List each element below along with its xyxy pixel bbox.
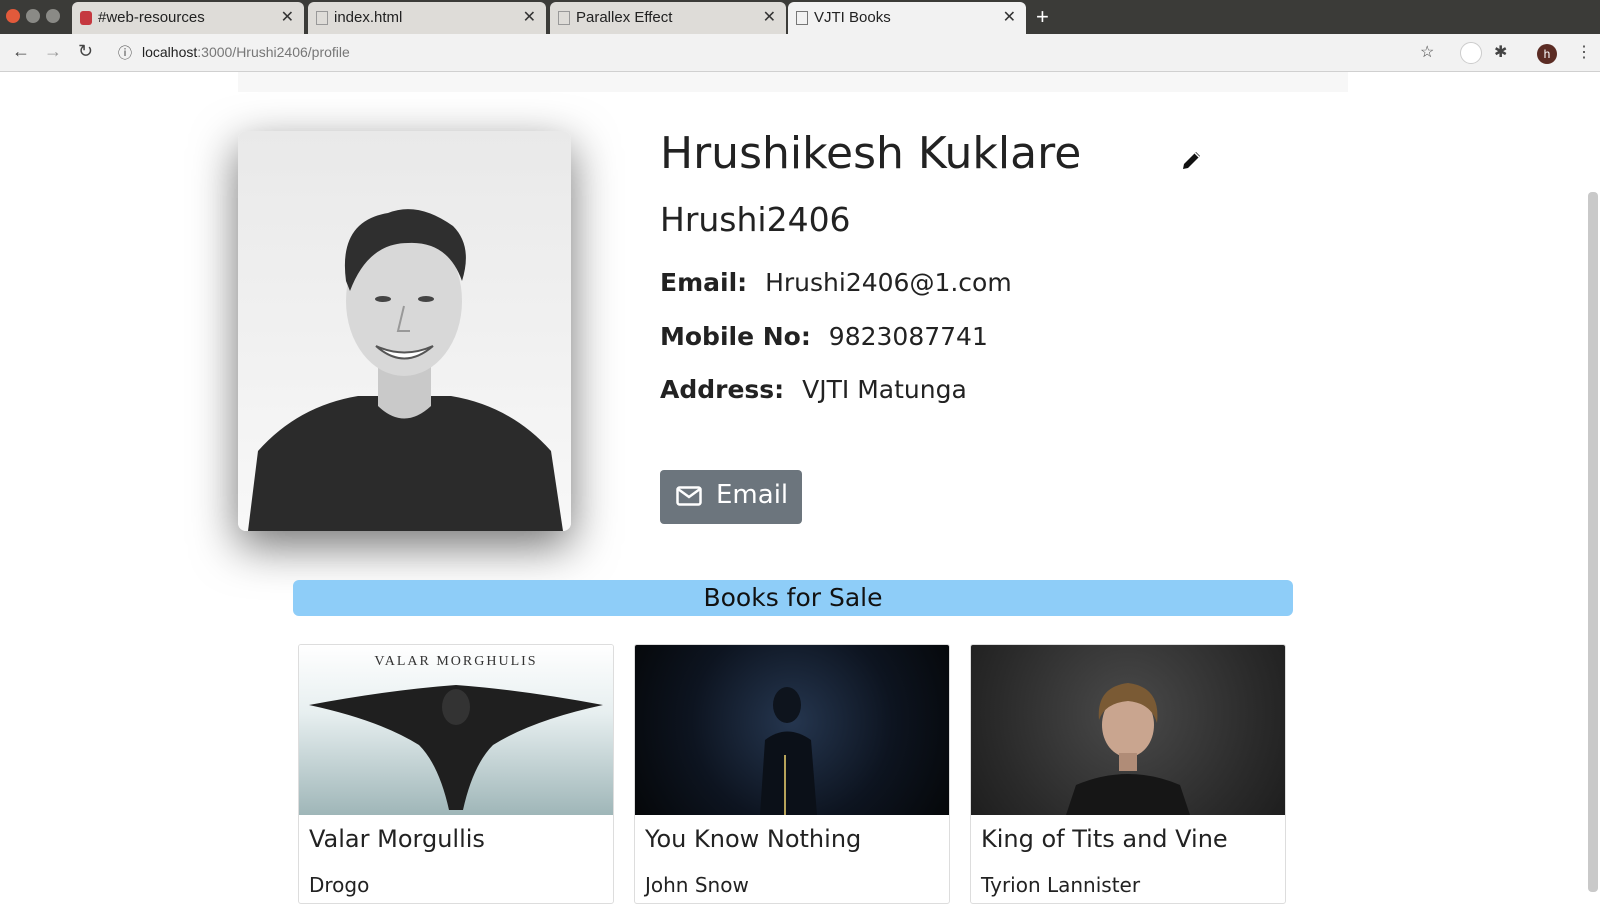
url-path: :3000/Hrushi2406/profile (197, 44, 350, 60)
profile-page: Hrushikesh Kuklare Hrushi2406 Email: Hru… (0, 72, 1600, 904)
tab-close-icon[interactable]: ✕ (523, 7, 536, 27)
info-icon[interactable]: ⓘ (118, 43, 132, 63)
bookmark-star-icon[interactable]: ☆ (1420, 42, 1434, 62)
email-button[interactable]: Email (660, 470, 802, 524)
url-host: localhost (142, 44, 198, 60)
tab-close-icon[interactable]: ✕ (1003, 7, 1016, 27)
tab-vjti-books[interactable]: VJTI Books ✕ (788, 2, 1026, 34)
email-button-label: Email (716, 480, 789, 510)
profile-photo (238, 131, 571, 531)
cover-text: VALAR MORGHULIS (374, 654, 537, 669)
address-value: VJTI Matunga (802, 375, 967, 404)
page-favicon-icon (796, 11, 808, 25)
menu-dots-icon[interactable]: ⋮ (1576, 42, 1592, 62)
window-close-button[interactable] (6, 9, 20, 23)
forward-arrow-icon[interactable]: → (44, 41, 62, 62)
profile-avatar[interactable]: h (1537, 44, 1557, 64)
page-favicon-icon (558, 11, 570, 25)
tab-label: Parallex Effect (576, 9, 673, 26)
navbar-strip (238, 72, 1348, 92)
window-maximize-button[interactable] (46, 9, 60, 23)
tab-label: index.html (334, 9, 403, 26)
address-bar[interactable]: localhost:3000/Hrushi2406/profile (142, 44, 350, 60)
slack-favicon-icon (80, 11, 92, 25)
tab-index-html[interactable]: index.html ✕ (308, 2, 546, 34)
page-favicon-icon (316, 11, 328, 25)
tab-parallex-effect[interactable]: Parallex Effect ✕ (550, 2, 786, 34)
new-tab-icon[interactable]: + (1036, 4, 1049, 30)
book-cover-image (635, 645, 949, 815)
reload-icon[interactable]: ↻ (78, 41, 93, 62)
tab-web-resources[interactable]: #web-resources ✕ (72, 2, 304, 34)
mobile-label: Mobile No: (660, 322, 811, 351)
profile-username: Hrushi2406 (660, 200, 851, 239)
mobile-value: 9823087741 (828, 322, 988, 351)
book-card[interactable]: King of Tits and Vine Tyrion Lannister (970, 644, 1286, 904)
edit-pencil-icon[interactable] (1180, 148, 1204, 172)
scrollbar[interactable] (1588, 192, 1598, 892)
tab-label: #web-resources (98, 9, 205, 26)
profile-name: Hrushikesh Kuklare (660, 128, 1082, 179)
book-title: King of Tits and Vine (981, 825, 1228, 853)
book-title: Valar Morgullis (309, 825, 485, 853)
extension-bug-icon[interactable]: ✱ (1494, 42, 1507, 62)
book-cover-image (971, 645, 1285, 815)
extension-pen-icon[interactable] (1460, 42, 1482, 64)
tab-close-icon[interactable]: ✕ (763, 7, 776, 27)
email-value: Hrushi2406@1.com (765, 268, 1012, 297)
tab-label: VJTI Books (814, 9, 891, 26)
back-arrow-icon[interactable]: ← (12, 41, 30, 62)
book-cover-image: VALAR MORGHULIS (299, 645, 613, 815)
window-minimize-button[interactable] (26, 9, 40, 23)
envelope-icon (676, 486, 702, 506)
profile-email-row: Email: Hrushi2406@1.com (660, 268, 1012, 297)
books-for-sale-heading: Books for Sale (293, 580, 1293, 616)
book-owner: John Snow (645, 873, 749, 897)
profile-mobile-row: Mobile No: 9823087741 (660, 322, 988, 351)
book-title: You Know Nothing (645, 825, 862, 853)
book-owner: Tyrion Lannister (981, 873, 1141, 897)
address-label: Address: (660, 375, 785, 404)
browser-toolbar: ← → ↻ ⓘ localhost:3000/Hrushi2406/profil… (0, 34, 1600, 72)
profile-address-row: Address: VJTI Matunga (660, 375, 967, 404)
email-label: Email: (660, 268, 748, 297)
tab-close-icon[interactable]: ✕ (281, 7, 294, 27)
book-card[interactable]: You Know Nothing John Snow (634, 644, 950, 904)
browser-tab-bar: #web-resources ✕ index.html ✕ Parallex E… (0, 0, 1600, 34)
book-owner: Drogo (309, 873, 370, 897)
book-card[interactable]: VALAR MORGHULIS Valar Morgullis Drogo (298, 644, 614, 904)
